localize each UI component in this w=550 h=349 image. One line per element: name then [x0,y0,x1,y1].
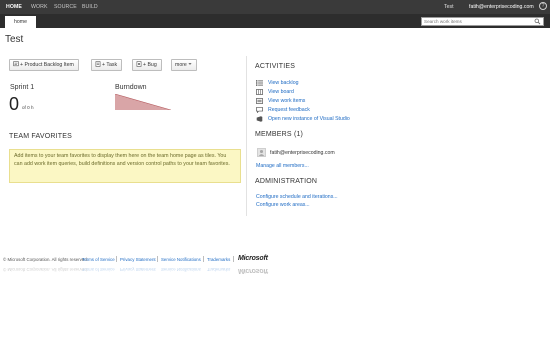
more-button[interactable]: more [171,59,198,71]
top-navigation: HOME WORK SOURCE BUILD Test fatih@enterp… [0,0,550,14]
user-icon [258,149,265,156]
reflected-notifications-link: Service Notifications [161,267,201,272]
activity-label: View board [268,89,294,95]
burndown-chart[interactable] [115,94,171,110]
sprint-label: Sprint 1 [10,84,35,91]
activity-label: Open new instance of Visual Studio [268,116,350,122]
search-box [421,17,544,26]
feedback-icon [256,107,263,113]
footer-separator [157,256,158,262]
manage-members-link[interactable]: Manage all members... [256,163,309,169]
column-divider [246,56,247,216]
nav-source[interactable]: SOURCE [54,4,77,10]
activities-title: ACTIVITIES [255,63,296,70]
bug-icon [136,61,142,67]
add-backlog-item-button[interactable]: + Product Backlog Item [9,59,79,71]
reflected-privacy-link: Privacy Statement [120,267,156,272]
member-name: fatih@enterprisecoding.com [270,150,335,156]
help-icon[interactable]: ? [539,2,547,10]
team-favorites-empty-message: Add items to your team favorites to disp… [9,149,241,183]
avatar[interactable] [257,148,266,157]
privacy-statement-link[interactable]: Privacy Statement [120,257,156,262]
add-bug-button[interactable]: + Bug [132,59,162,71]
more-label: more [175,62,187,68]
nav-home[interactable]: HOME [6,4,22,10]
reflection-fade [0,262,550,349]
burndown-label: Burndown [115,84,147,91]
reflected-copyright: © Microsoft Corporation. All rights rese… [3,267,88,272]
nav-work[interactable]: WORK [31,4,48,10]
add-bug-label: + Bug [143,62,157,68]
visual-studio-icon [256,116,263,122]
members-title: MEMBERS (1) [255,131,304,138]
work-items-icon [256,98,263,104]
copyright: © Microsoft Corporation. All rights rese… [3,257,88,262]
project-selector[interactable]: Test [444,4,454,10]
team-favorites-title: TEAM FAVORITES [9,133,72,140]
add-task-label: + Task [102,62,118,68]
footer-separator [116,256,117,262]
reflected-trademarks-link: Trademarks [207,267,231,272]
activity-label: Request feedback [268,107,310,113]
sprint-remaining-value: 0 [9,94,20,114]
search-icon[interactable] [534,18,541,25]
footer-separator [203,256,204,262]
nav-build[interactable]: BUILD [82,4,98,10]
add-task-button[interactable]: + Task [91,59,123,71]
microsoft-logo: Microsoft [238,255,268,262]
service-notifications-link[interactable]: Service Notifications [161,257,201,262]
terms-of-service-link[interactable]: Terms of Service [82,257,115,262]
board-icon [256,89,263,95]
administration-title: ADMINISTRATION [255,178,318,185]
reflected-terms-link: Terms of Service [82,267,115,272]
trademarks-link[interactable]: Trademarks [207,257,230,262]
footer-separator [233,256,234,262]
chevron-down-icon [188,63,192,65]
add-backlog-item-label: + Product Backlog Item [20,62,74,68]
sub-navigation: home [0,14,550,28]
footer-reflection: © Microsoft Corporation. All rights rese… [0,262,550,349]
configure-areas-link[interactable]: Configure work areas... [256,202,310,208]
activity-label: View backlog [268,80,299,86]
tab-home[interactable]: home [5,16,36,28]
configure-schedule-link[interactable]: Configure schedule and iterations... [256,194,338,200]
sprint-capacity: of 0 h [22,105,34,110]
footer: © Microsoft Corporation. All rights rese… [0,255,550,267]
task-icon [95,61,101,67]
page-title: Test [5,34,24,45]
activity-label: View work items [268,98,306,104]
user-menu[interactable]: fatih@enterprisecoding.com [469,4,534,10]
search-input[interactable] [422,18,532,25]
reflected-microsoft-logo: Microsoft [238,267,268,274]
backlog-icon [256,80,263,86]
backlog-item-icon [13,61,19,67]
